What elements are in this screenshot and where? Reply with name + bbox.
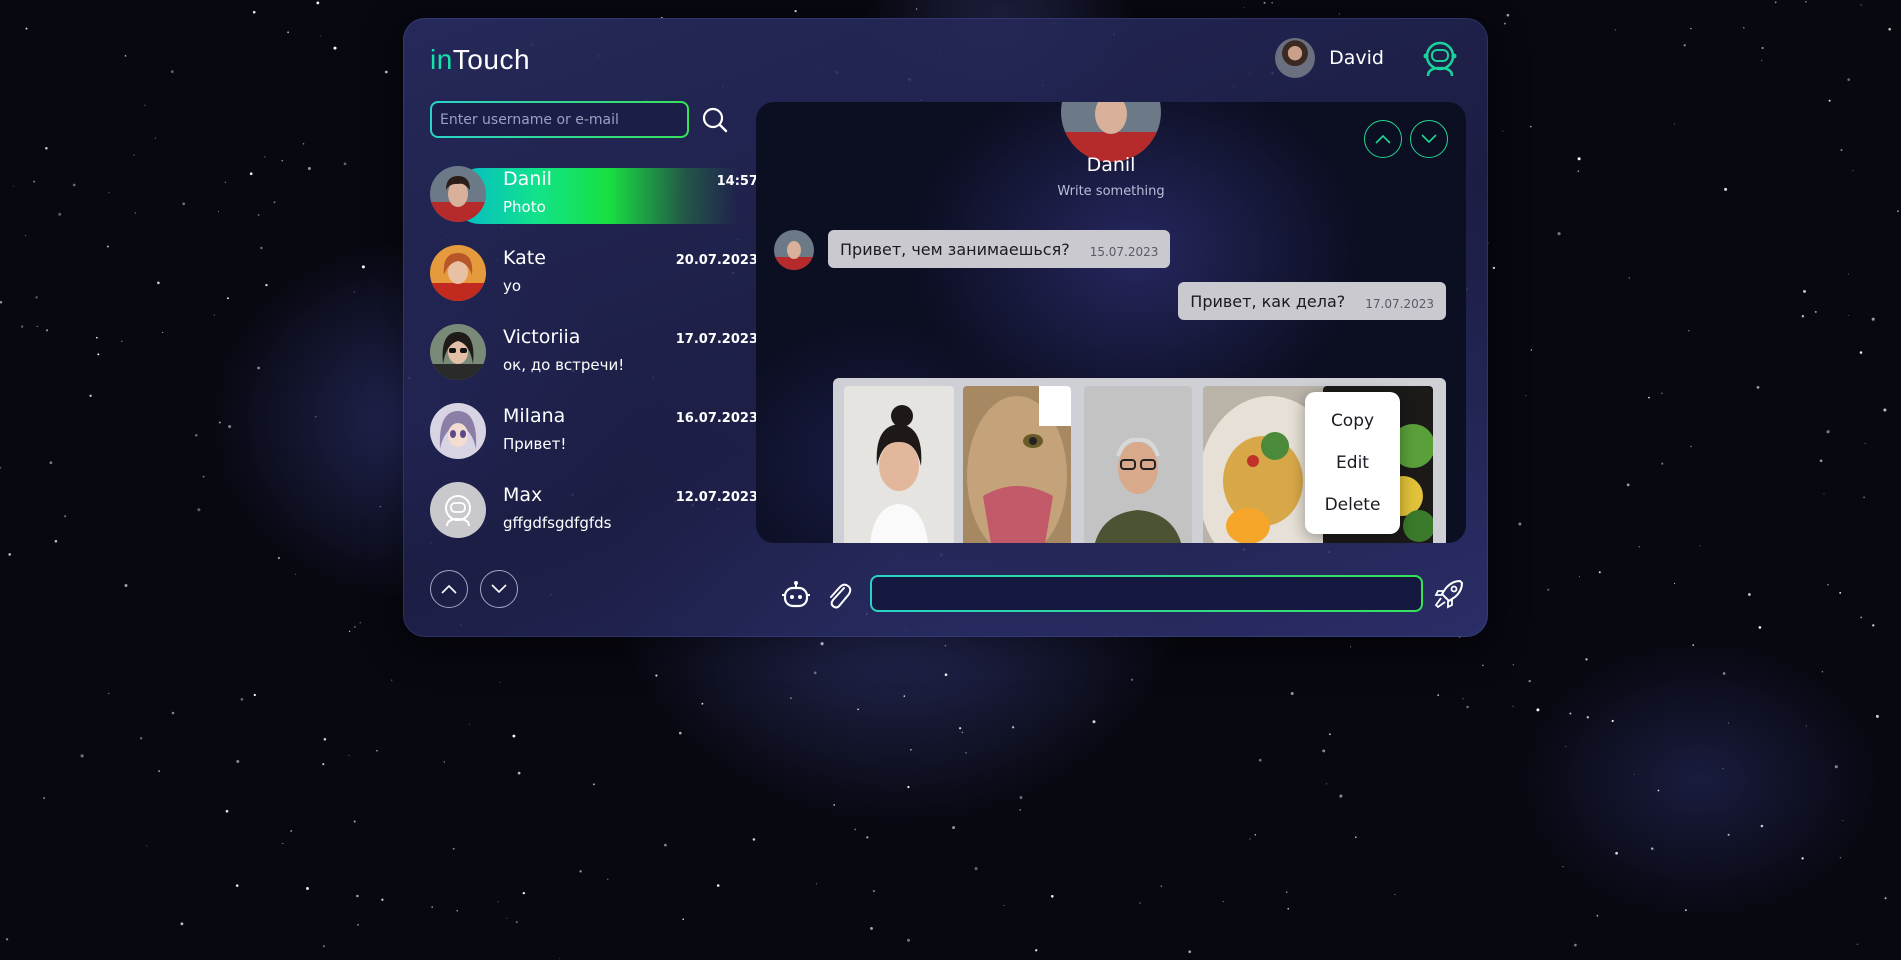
contact-time: 20.07.2023: [675, 253, 758, 268]
chat-partner-avatar[interactable]: [1061, 102, 1161, 162]
contact-item[interactable]: Max gffgdfsgdfgfds 12.07.2023: [430, 482, 758, 539]
scroll-down-button[interactable]: [480, 570, 518, 608]
chevron-up-icon: [1375, 134, 1391, 144]
message-context-menu: Copy Edit Delete: [1305, 392, 1400, 534]
message-field[interactable]: [870, 575, 1423, 612]
message-input[interactable]: [872, 577, 1421, 610]
messenger-window: inTouch David Danil Photo 14:57: [403, 18, 1488, 637]
photo-cat[interactable]: [963, 386, 1071, 543]
chat-nav: [1364, 120, 1448, 158]
incoming-message[interactable]: Привет, чем занимаешься? 15.07.2023: [828, 230, 1171, 268]
scroll-up-button[interactable]: [430, 570, 468, 608]
chat-scroll-down-button[interactable]: [1410, 120, 1448, 158]
search-field[interactable]: [430, 101, 689, 138]
contact-item[interactable]: Danil Photo 14:57: [430, 166, 758, 224]
chat-panel: Danil Write something Привет, чем занима…: [756, 102, 1466, 543]
contact-last-message: ок, до встречи!: [503, 356, 625, 374]
rocket-icon[interactable]: [1432, 577, 1466, 611]
user-name: David: [1329, 47, 1384, 69]
contact-name: Milana: [503, 405, 566, 427]
contact-name: Max: [503, 484, 543, 506]
contact-time: 12.07.2023: [675, 490, 758, 505]
contact-avatar: [430, 245, 486, 301]
contact-last-message: yo: [503, 277, 522, 295]
photo-man-portrait[interactable]: [1084, 386, 1192, 543]
paperclip-icon[interactable]: [825, 580, 853, 610]
message-composer: [781, 574, 1471, 618]
contact-avatar: [430, 324, 486, 380]
delete-menu-item[interactable]: Delete: [1305, 484, 1400, 526]
chat-status: Write something: [1057, 184, 1165, 199]
chevron-down-icon: [1421, 134, 1437, 144]
message-text: Привет, как дела?: [1190, 291, 1346, 311]
outgoing-message[interactable]: Привет, как дела? 17.07.2023: [1178, 282, 1446, 320]
message-sender-avatar: [774, 230, 814, 270]
contact-time: 17.07.2023: [675, 332, 758, 347]
contact-time: 14:57: [716, 174, 758, 189]
chevron-up-icon: [441, 584, 457, 594]
contact-name: Victoriia: [503, 326, 581, 348]
contact-avatar: [430, 482, 486, 538]
message-time: 15.07.2023: [1089, 245, 1159, 259]
user-avatar[interactable]: [1275, 38, 1316, 78]
search-input[interactable]: [432, 103, 687, 136]
current-user[interactable]: David: [1275, 38, 1460, 78]
astronaut-helmet-icon[interactable]: [1420, 38, 1460, 78]
app-logo: inTouch: [430, 44, 531, 75]
contact-name: Kate: [503, 247, 546, 269]
contact-item[interactable]: Victoriia ок, до встречи! 17.07.2023: [430, 324, 758, 381]
photo-message[interactable]: Copy Edit Delete: [833, 378, 1446, 543]
contact-item[interactable]: Milana Привет! 16.07.2023: [430, 403, 758, 460]
copy-menu-item[interactable]: Copy: [1305, 400, 1400, 442]
contact-last-message: gffgdfsgdfgfds: [503, 514, 612, 532]
contact-last-message: Привет!: [503, 435, 567, 453]
message-text: Привет, чем занимаешься?: [840, 239, 1070, 259]
chevron-down-icon: [491, 584, 507, 594]
contact-list-nav: [430, 570, 518, 608]
edit-menu-item[interactable]: Edit: [1305, 442, 1400, 484]
contact-list: Danil Photo 14:57 Kate yo 20.07.2023 Vic…: [430, 166, 758, 561]
search-icon[interactable]: [701, 106, 729, 134]
robot-icon[interactable]: [781, 580, 811, 610]
chat-scroll-up-button[interactable]: [1364, 120, 1402, 158]
chat-partner-name: Danil: [1086, 154, 1136, 176]
contact-name: Danil: [503, 168, 552, 190]
contact-avatar: [430, 166, 486, 222]
contact-time: 16.07.2023: [675, 411, 758, 426]
photo-woman-portrait[interactable]: [844, 386, 954, 543]
message-time: 17.07.2023: [1365, 297, 1434, 311]
contact-item[interactable]: Kate yo 20.07.2023: [430, 245, 758, 302]
contact-avatar: [430, 403, 486, 459]
contact-last-message: Photo: [503, 198, 546, 216]
